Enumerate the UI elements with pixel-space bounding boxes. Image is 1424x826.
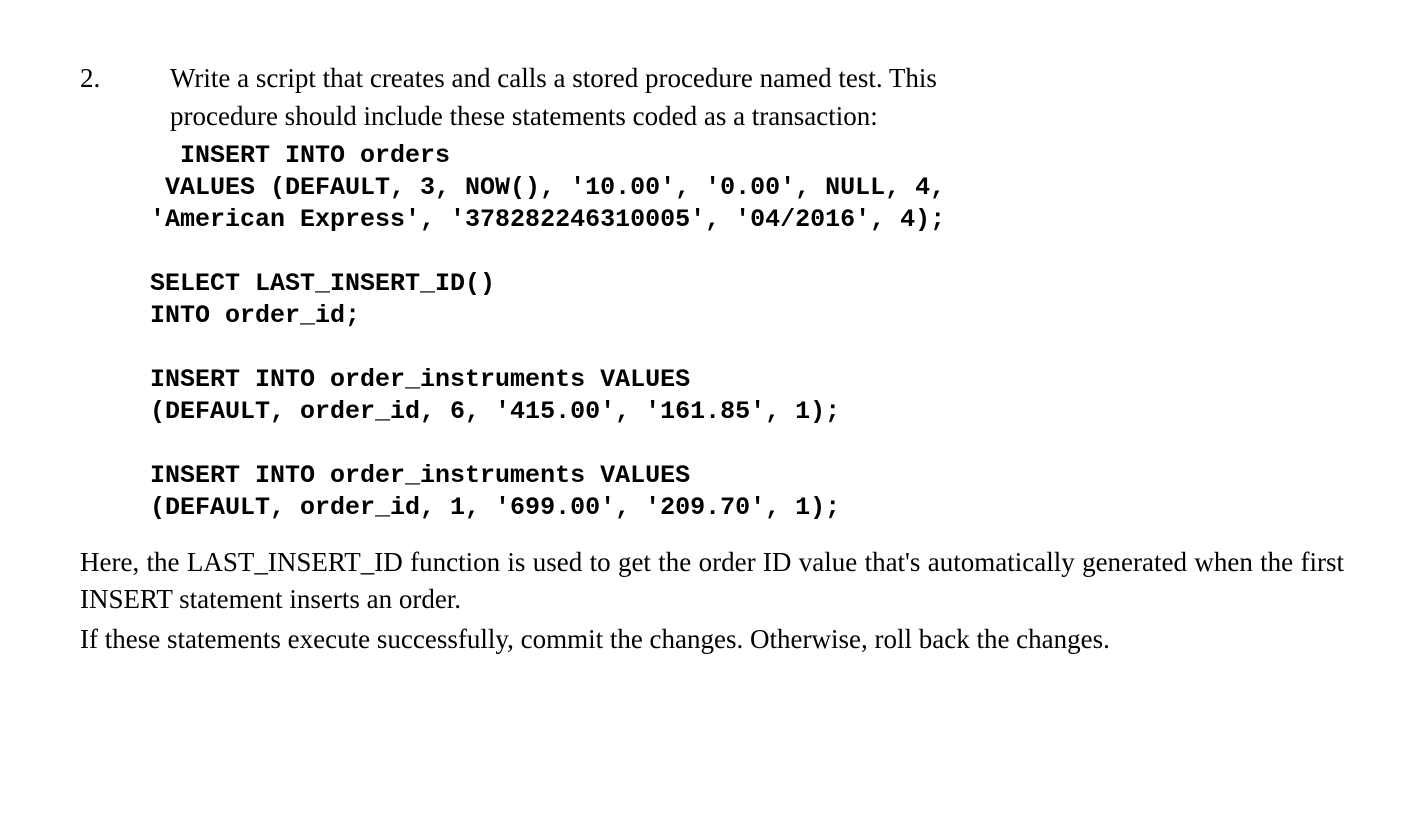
code-line-5: INTO order_id; [150,301,360,330]
question-prompt: Write a script that creates and calls a … [170,60,1344,136]
code-line-6: INSERT INTO order_instruments VALUES [150,365,690,394]
code-block: INSERT INTO orders VALUES (DEFAULT, 3, N… [150,140,1344,524]
code-line-7: (DEFAULT, order_id, 6, '415.00', '161.85… [150,397,840,426]
code-line-8: INSERT INTO order_instruments VALUES [150,461,690,490]
question-number: 2. [80,60,170,98]
question-item: 2. Write a script that creates and calls… [80,60,1344,136]
code-line-3: 'American Express', '378282246310005', '… [150,205,945,234]
prompt-line2: procedure should include these statement… [170,101,878,131]
footer-text: Here, the LAST_INSERT_ID function is use… [80,544,1344,659]
footer-paragraph-1: Here, the LAST_INSERT_ID function is use… [80,544,1344,620]
footer-paragraph-2: If these statements execute successfully… [80,621,1344,659]
code-line-4: SELECT LAST_INSERT_ID() [150,269,495,298]
prompt-line1: Write a script that creates and calls a … [170,63,937,93]
code-line-2: VALUES (DEFAULT, 3, NOW(), '10.00', '0.0… [150,173,945,202]
code-line-1: INSERT INTO orders [150,141,450,170]
code-line-9: (DEFAULT, order_id, 1, '699.00', '209.70… [150,493,840,522]
